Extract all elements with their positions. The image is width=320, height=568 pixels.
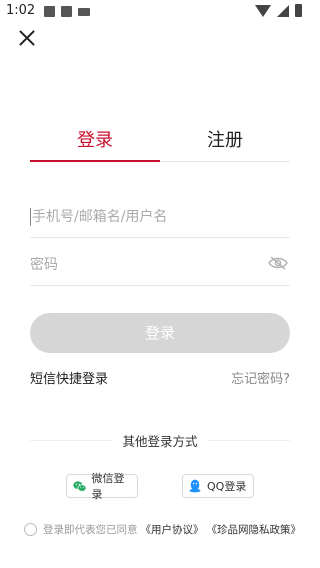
auth-tabs: 登录 注册 [30, 126, 290, 162]
user-agreement-link[interactable]: 《用户协议》 [141, 522, 204, 537]
divider-line-left [30, 439, 113, 441]
password-field [30, 244, 290, 286]
login-button[interactable]: 登录 [30, 313, 290, 353]
wifi-icon [255, 4, 271, 17]
tab-register[interactable]: 注册 [160, 126, 290, 161]
divider-line-right [207, 439, 291, 441]
account-field [30, 196, 290, 238]
agreement-text: 登录即代表您已同意 [43, 524, 138, 536]
other-login-title: 其他登录方式 [122, 433, 198, 449]
gallery-notification-icon [44, 6, 55, 17]
status-time: 1:02 [6, 3, 36, 18]
qq-login-label: QQ登录 [207, 480, 247, 493]
battery-icon [295, 4, 302, 17]
close-icon[interactable] [16, 27, 38, 49]
account-input[interactable] [32, 208, 290, 225]
wechat-icon [73, 480, 87, 492]
forgot-password-link[interactable]: 忘记密码? [231, 368, 290, 387]
agreement-row: 登录即代表您已同意 《用户协议》 《珍品网隐私政策》 [24, 522, 314, 537]
other-login-divider: 其他登录方式 [30, 430, 291, 450]
agreement-radio-icon[interactable] [24, 523, 37, 536]
tab-login[interactable]: 登录 [30, 126, 160, 162]
password-input[interactable] [30, 256, 290, 273]
app-notification-icon [61, 6, 72, 17]
keyboard-notification-icon [78, 8, 90, 16]
status-bar: 1:02 [0, 0, 320, 24]
notification-icons [44, 6, 90, 17]
eye-off-icon[interactable] [268, 256, 288, 270]
sms-login-link[interactable]: 短信快捷登录 [30, 368, 108, 387]
text-cursor [30, 207, 31, 226]
wechat-login-button[interactable]: 微信登录 [66, 472, 138, 501]
qq-login-button[interactable]: QQ登录 [182, 474, 254, 498]
wechat-login-label: 微信登录 [91, 472, 125, 501]
signal-icon [277, 4, 289, 17]
qq-icon [189, 479, 201, 493]
system-icons [255, 4, 302, 17]
privacy-policy-link[interactable]: 《珍品网隐私政策》 [207, 522, 302, 537]
